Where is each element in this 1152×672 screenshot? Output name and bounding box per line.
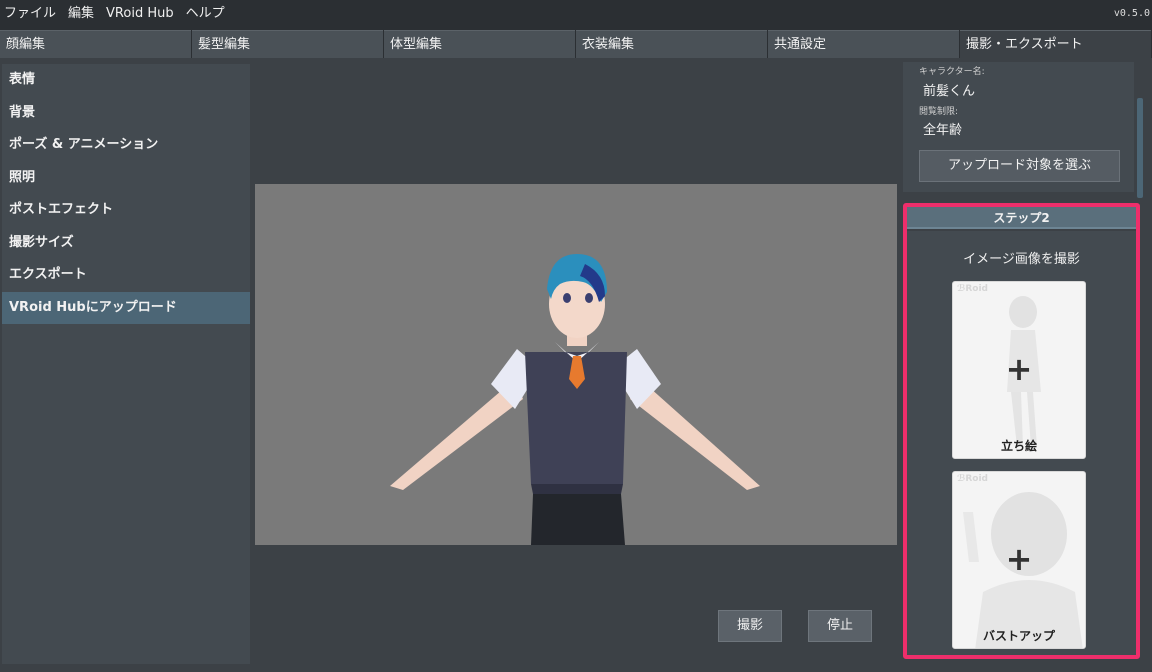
sidebar-item-capture-size[interactable]: 撮影サイズ	[2, 227, 250, 260]
tab-common[interactable]: 共通設定	[768, 30, 959, 58]
step-2-section: ステップ2 イメージ画像を撮影 ℬRoid + 立ち絵 ℬRoid + バストア…	[903, 203, 1140, 659]
sidebar-item-pose-animation[interactable]: ポーズ & アニメーション	[2, 129, 250, 162]
stop-button[interactable]: 停止	[808, 610, 872, 642]
plus-icon: +	[1005, 350, 1033, 388]
step-title: イメージ画像を撮影	[963, 252, 1080, 267]
main-content: 表情 背景 ポーズ & アニメーション 照明 ポストエフェクト 撮影サイズ エク…	[0, 58, 1152, 672]
bust-up-label: バストアップ	[982, 629, 1055, 643]
vroid-watermark: ℬRoid	[957, 284, 988, 294]
plus-icon: +	[1005, 540, 1033, 578]
menu-bar: ファイル 編集 VRoid Hub ヘルプ v0.5.0	[0, 0, 1152, 28]
character-name-label: キャラクター名:	[919, 67, 985, 77]
tab-face[interactable]: 顔編集	[0, 30, 191, 58]
tab-body[interactable]: 体型編集	[384, 30, 575, 58]
sidebar: 表情 背景 ポーズ & アニメーション 照明 ポストエフェクト 撮影サイズ エク…	[2, 64, 250, 664]
character-model	[390, 254, 760, 545]
right-panel: キャラクター名: 前髪くん 閲覧制限: 全年齢 アップロード対象を選ぶ ステップ…	[901, 58, 1152, 672]
upload-info: キャラクター名: 前髪くん 閲覧制限: 全年齢 アップロード対象を選ぶ	[903, 62, 1134, 192]
rating-label: 閲覧制限:	[919, 107, 959, 117]
sidebar-item-expression[interactable]: 表情	[2, 64, 250, 97]
select-upload-target-button[interactable]: アップロード対象を選ぶ	[919, 150, 1120, 182]
character-name-value: 前髪くん	[923, 84, 976, 99]
menu-vroid-hub[interactable]: VRoid Hub	[100, 0, 180, 28]
step-body: イメージ画像を撮影 ℬRoid + 立ち絵 ℬRoid + バストアップ	[907, 231, 1136, 655]
menu-edit[interactable]: 編集	[62, 0, 100, 28]
capture-button[interactable]: 撮影	[718, 610, 782, 642]
scrollbar[interactable]	[1137, 98, 1143, 198]
tab-photo-export[interactable]: 撮影・エクスポート	[960, 30, 1151, 58]
full-body-label: 立ち絵	[1000, 439, 1037, 453]
sidebar-item-lighting[interactable]: 照明	[2, 162, 250, 195]
vroid-watermark: ℬRoid	[957, 474, 988, 484]
menu-file[interactable]: ファイル	[0, 0, 62, 28]
sidebar-item-upload-vroid-hub[interactable]: VRoid Hubにアップロード	[2, 291, 250, 324]
sidebar-item-export[interactable]: エクスポート	[2, 259, 250, 292]
version-label: v0.5.0	[1113, 8, 1150, 19]
editor-tabs: 顔編集 髪型編集 体型編集 衣装編集 共通設定 撮影・エクスポート	[0, 30, 1152, 58]
bust-up-card[interactable]: ℬRoid + バストアップ	[952, 471, 1086, 649]
tab-hair[interactable]: 髪型編集	[192, 30, 383, 58]
full-body-card[interactable]: ℬRoid + 立ち絵	[952, 281, 1086, 459]
menu-help[interactable]: ヘルプ	[180, 0, 231, 28]
sidebar-item-post-effect[interactable]: ポストエフェクト	[2, 194, 250, 227]
sidebar-item-background[interactable]: 背景	[2, 97, 250, 130]
tab-outfit[interactable]: 衣装編集	[576, 30, 767, 58]
rating-value: 全年齢	[923, 123, 963, 138]
character-viewport[interactable]	[255, 184, 897, 545]
step-header: ステップ2	[907, 207, 1136, 229]
